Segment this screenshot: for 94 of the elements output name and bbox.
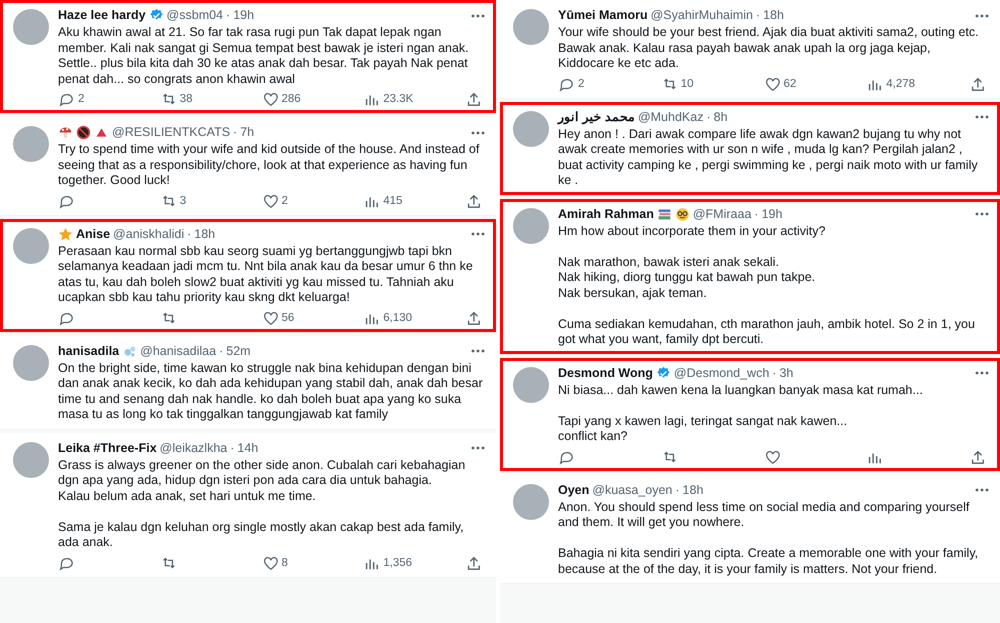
user-handle[interactable]: @hanisadilaa — [140, 342, 216, 360]
display-name[interactable]: Haze lee hardy — [58, 7, 146, 24]
share-icon — [465, 91, 481, 107]
views-count: 1,356 — [383, 556, 412, 568]
tweet-text: Perasaan kau normal sbb kau seorg suami yg bertanggungjwb tapi bkn selamanya keadaan jadi mcm tu. Nnt bila anak kau da besar umur 6 thn ke atas tu, kau dah boleh slow2 buat aktiviti yg kau missed tu. Tahniah aku ucapkan sbb kau tahu priority kau skng dkt keluarga! — [58, 244, 474, 306]
post-time[interactable]: 19h — [233, 7, 254, 24]
verified-badge-icon — [656, 366, 671, 380]
tweet-text: On the bright side, time kawan ko struggle nak bina kehidupan dengan bini dan anak anak kecik, ko dah ada kehidupan yang stabil dah, anak dah besar time tu and senang dah nak handle. ko dah boleh buat apa yang ko suka masa tu as long ko tak tinggalkan tanggungjawab kat family — [58, 360, 484, 422]
separator-dot: · — [187, 226, 192, 242]
share-icon — [969, 448, 985, 464]
post-time[interactable]: 14h — [237, 440, 258, 456]
tweet-text: Hey anon ! . Dari awak compare life awak dgn kawan2 bujang tu why not awak create memories with ur son n wife , muda lg kan? Pergilah jalan2 , buat activity camping ke , pergi swimming ke , pergi naik moto with ur family ke . — [558, 126, 979, 188]
tweet-text: Aku khawin awal at 21. So far tak rasa rugi pun Tak dapat lepak ngan member. Kali nak sangat gi Semua tempat best bawak je isteri ngan anak. Settle.. plus bila kita dah 30 ke atas anak dah besar. Tak payah Nak penat penat dah... so congrats anon khawin awal — [58, 25, 470, 87]
post-time[interactable]: 18h — [763, 7, 784, 24]
post-time[interactable]: 8h — [714, 108, 728, 126]
display-name[interactable]: Desmond Wong — [558, 364, 653, 382]
share-icon — [465, 310, 481, 326]
post-time[interactable]: 52m — [226, 342, 251, 360]
post-time[interactable]: 18h — [194, 226, 216, 242]
more-options-icon[interactable] — [471, 130, 485, 134]
like-count: 56 — [282, 312, 294, 324]
heart-icon — [262, 192, 278, 208]
tweet-text: Ni biasa... dah kawen kena la luangkan banyak masa kat rumah... Tapi yang x kawen lagi, teringat sangat nak kawen... conflict kan? — [558, 382, 924, 444]
separator-dot: · — [233, 124, 238, 141]
tweet-text: Hm how about incorporate them in your activity? Nak marathon, bawak isteri anak sekali. Nak hiking, diorg tunggu kat bawah pun takpe. Nak bersukan, ajak teman. Cuma sediakan kemudahan, cth marathon jauh, ambik hotel. So 2 in 1, you got what you want, family dpt bercuti. — [558, 224, 976, 348]
more-options-icon[interactable] — [975, 14, 989, 18]
post-time[interactable]: 3h — [779, 364, 794, 382]
post-time[interactable]: 19h — [762, 206, 782, 222]
more-options-icon[interactable] — [975, 115, 989, 119]
share-icon — [969, 76, 985, 92]
user-handle[interactable]: @aniskhalidi — [113, 226, 184, 242]
books-icon — [656, 206, 672, 222]
mushroom-icon — [58, 125, 73, 140]
display-name[interactable]: Oyen — [558, 482, 590, 498]
display-name[interactable]: Anise — [76, 226, 110, 242]
display-name[interactable]: محمد خير انور — [558, 108, 635, 126]
views-count: 23.3K — [383, 93, 414, 105]
nerd-face-icon — [674, 206, 690, 222]
separator-dot: · — [230, 440, 234, 456]
heart-icon — [262, 310, 278, 326]
tweet-text: Try to spend time with your wife and kid outside of the house. And instead of seeing that as a responsibility/chore, look at that experience as having fun together. Good luck! — [58, 142, 480, 188]
share-icon — [465, 554, 481, 570]
user-handle[interactable]: @leikazlkha — [160, 440, 228, 456]
repost-count: 38 — [180, 93, 193, 105]
user-handle[interactable]: @kuasa_oyen — [592, 482, 672, 498]
like-count: 8 — [282, 556, 288, 568]
separator-dot: · — [772, 364, 776, 382]
separator-dot: · — [706, 108, 711, 126]
display-name[interactable]: Amirah Rahman — [558, 206, 654, 222]
more-options-icon[interactable] — [975, 212, 989, 216]
more-options-icon[interactable] — [975, 488, 989, 492]
heart-icon — [764, 76, 780, 92]
post-time[interactable]: 7h — [240, 124, 254, 141]
display-name[interactable]: Leika #Three-Fix — [58, 440, 157, 456]
separator-dot: · — [219, 342, 224, 360]
tweet-text: Anon. You should spend less time on social media and comparing yourself and them. It will get you nowhere. Bahagia ni kita sendiri yang cipta. Create a memorable one with your family, because at the of the day, it is your family is matters. Not your friend. — [558, 500, 980, 577]
separator-dot: · — [226, 7, 230, 24]
views-count: 4,278 — [886, 78, 916, 90]
reply-count: 2 — [78, 93, 84, 105]
reply-count: 2 — [578, 78, 584, 90]
separator-dot: · — [756, 7, 760, 24]
share-icon — [465, 192, 481, 208]
repost-count: 3 — [180, 194, 186, 206]
user-handle[interactable]: @SyahirMuhaimin — [650, 7, 753, 24]
display-name[interactable]: Yūmei Mamoru — [558, 7, 648, 24]
heart-icon — [262, 554, 278, 570]
repost-count: 10 — [680, 78, 694, 90]
more-options-icon[interactable] — [471, 349, 485, 353]
heart-icon — [262, 91, 278, 107]
heart-icon — [764, 448, 780, 464]
views-count: 6,130 — [383, 312, 412, 324]
more-options-icon[interactable] — [471, 232, 485, 236]
views-count: 415 — [383, 194, 402, 206]
tweet-text: Grass is always greener on the other side anon. Cubalah cari kebahagian dgn apa yang ada, hidup dgn isteri pon ada cara dia untuk bahagia. Kalau belum ada anak, set hari untuk me time. Sama je kalau dgn keluhan org single mostly akan cakap best ada family, ada anak. — [58, 458, 466, 550]
prohibited-sign-icon — [76, 125, 91, 140]
separator-dot: · — [754, 206, 759, 222]
user-handle[interactable]: @Desmond_wch — [674, 364, 770, 382]
bubbles-icon — [122, 344, 138, 358]
user-handle[interactable]: @FMiraaa — [692, 206, 752, 222]
like-count: 286 — [282, 93, 301, 105]
more-options-icon[interactable] — [471, 14, 485, 18]
user-handle[interactable]: @ssbm04 — [166, 7, 224, 24]
tweet-text: Your wife should be your best friend. Ajak dia buat aktiviti sama2, outing etc. Bawak anak. Kalau rasa payah bawak anak upah la org jaga kejap, Kiddocare ke etc ada. — [558, 25, 980, 72]
user-handle[interactable]: @MuhdKaz — [638, 108, 704, 126]
separator-dot: · — [675, 482, 680, 498]
post-time[interactable]: 18h — [682, 482, 704, 498]
more-options-icon[interactable] — [471, 446, 485, 450]
like-count: 2 — [282, 194, 288, 206]
more-options-icon[interactable] — [975, 371, 989, 375]
user-handle[interactable]: @RESILIENTKCATS — [112, 124, 230, 141]
reply-icon — [58, 91, 74, 107]
display-name[interactable]: hanisadila — [58, 342, 120, 360]
star-icon — [58, 226, 73, 242]
like-count: 62 — [784, 78, 796, 90]
